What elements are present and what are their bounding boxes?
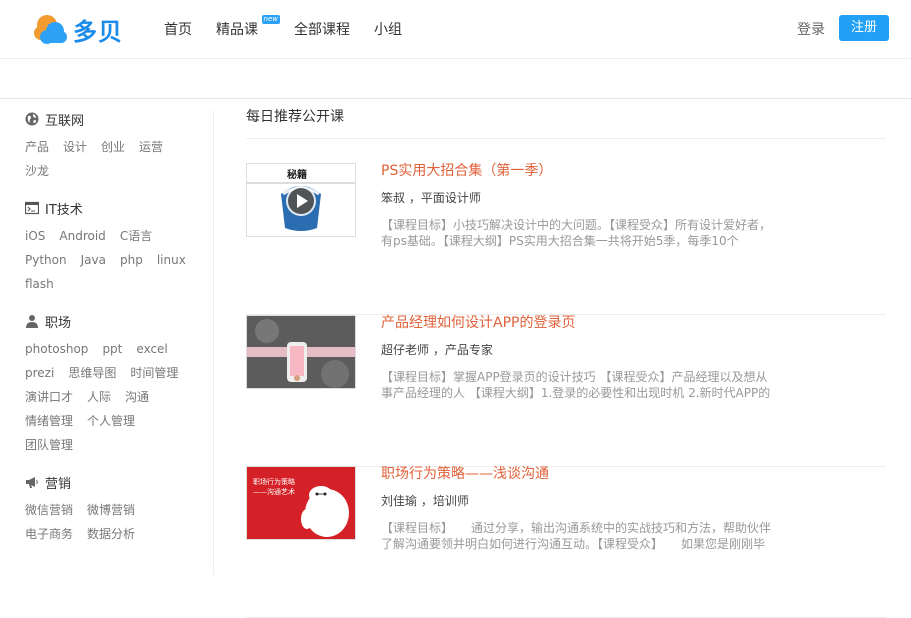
brand-logo[interactable]: 多贝 — [33, 11, 123, 47]
register-button[interactable]: 注册 — [839, 15, 889, 41]
top-header: 多贝 首页 精品课 new 全部课程 小组 登录 注册 — [0, 0, 911, 58]
main-content: 每日推荐公开课 秘籍 PS实用大招合集（第一季） 笨叔 ，平面设计师 【课程目标… — [246, 99, 886, 618]
tag-link[interactable]: Python — [25, 248, 67, 272]
login-link[interactable]: 登录 — [797, 19, 825, 39]
brand-name: 多贝 — [73, 17, 123, 46]
category-internet: 互联网 产品 设计 创业 运营 沙龙 — [25, 110, 210, 183]
tag-link[interactable]: php — [120, 248, 143, 272]
tag-link[interactable]: 创业 — [101, 135, 125, 159]
tag-link[interactable]: iOS — [25, 224, 45, 248]
tag-link[interactable]: 团队管理 — [25, 433, 73, 457]
tag-link[interactable]: C语言 — [120, 224, 152, 248]
globe-icon — [25, 112, 39, 126]
nav-item-premium[interactable]: 精品课 new — [216, 15, 280, 39]
megaphone-icon — [26, 477, 38, 488]
category-title: IT技术 — [45, 202, 83, 218]
person-icon — [26, 315, 38, 328]
tag-link[interactable]: 沟通 — [125, 385, 149, 409]
course-title[interactable]: 产品经理如何设计APP的登录页 — [381, 312, 575, 332]
tag-list: iOS Android C语言 Python Java php linux fl… — [25, 224, 210, 296]
nav-item-all-courses[interactable]: 全部课程 — [294, 19, 350, 39]
tag-link[interactable]: 产品 — [25, 135, 49, 159]
course-teacher: 刘佳瑜 ，培训师 — [381, 494, 469, 508]
tag-link[interactable]: 电子商务 — [25, 522, 73, 546]
terminal-icon — [25, 201, 39, 215]
nav-item-home[interactable]: 首页 — [164, 19, 192, 39]
course-thumbnail[interactable]: 秘籍 — [246, 163, 356, 237]
tag-link[interactable]: 时间管理 — [130, 361, 178, 385]
nav-item-label: 精品课 — [216, 22, 258, 38]
course-description: 【课程目标】掌握APP登录页的设计技巧 【课程受众】产品经理以及想从事产品经理的… — [381, 370, 771, 400]
course-title[interactable]: PS实用大招合集（第一季） — [381, 160, 552, 180]
tag-list: photoshop ppt excel prezi 思维导图 时间管理 演讲口才… — [25, 337, 210, 457]
app-login-course-image — [247, 316, 355, 388]
tag-link[interactable]: excel — [136, 337, 167, 361]
tag-link[interactable]: 微博营销 — [87, 498, 135, 522]
tag-link[interactable]: ppt — [102, 337, 122, 361]
tag-link[interactable]: 数据分析 — [87, 522, 135, 546]
tag-link[interactable]: flash — [25, 272, 54, 296]
tag-link[interactable]: 沙龙 — [25, 159, 49, 183]
tag-link[interactable]: 情绪管理 — [25, 409, 73, 433]
course-thumbnail[interactable]: 职场行为策略 ——沟通艺术 — [246, 466, 356, 540]
category-title: 职场 — [45, 315, 72, 331]
sidebar-divider — [213, 110, 214, 575]
tag-link[interactable]: 演讲口才 — [25, 385, 73, 409]
category-career: 职场 photoshop ppt excel prezi 思维导图 时间管理 演… — [25, 312, 210, 457]
course-teacher: 笨叔 ，平面设计师 — [381, 191, 481, 205]
tag-list: 微信营销 微博营销 电子商务 数据分析 — [25, 498, 210, 546]
course-title[interactable]: 职场行为策略——浅谈沟通 — [381, 463, 549, 483]
category-title: 营销 — [45, 476, 72, 492]
tag-link[interactable]: Android — [59, 224, 105, 248]
tag-link[interactable]: prezi — [25, 361, 54, 385]
tag-list: 产品 设计 创业 运营 沙龙 — [25, 135, 210, 183]
section-title: 每日推荐公开课 — [246, 99, 886, 139]
thumbnail-caption: 职场行为策略 ——沟通艺术 — [253, 478, 295, 496]
category-title: 互联网 — [45, 113, 85, 129]
cloud-logo-icon — [34, 15, 67, 44]
tag-link[interactable]: 思维导图 — [68, 361, 116, 385]
course-item[interactable]: 产品经理如何设计APP的登录页 超仔老师 ，产品专家 【课程目标】掌握APP登录… — [246, 315, 886, 467]
course-thumbnail[interactable] — [246, 315, 356, 389]
category-sidebar: 互联网 产品 设计 创业 运营 沙龙 IT技术 iOS Android C语言 … — [25, 110, 210, 562]
tag-link[interactable]: 设计 — [63, 135, 87, 159]
tag-link[interactable]: 运营 — [139, 135, 163, 159]
sub-bar — [0, 58, 911, 99]
nav-item-groups[interactable]: 小组 — [374, 19, 402, 39]
course-item[interactable]: 职场行为策略 ——沟通艺术 职场行为策略——浅谈沟通 刘佳瑜 ，培训师 【课程目… — [246, 466, 886, 618]
course-teacher: 超仔老师 ，产品专家 — [381, 343, 493, 357]
course-description: 【课程目标】小技巧解决设计中的大问题。【课程受众】所有设计爱好者，有ps基础。【… — [381, 218, 772, 248]
tag-link[interactable]: 微信营销 — [25, 498, 73, 522]
course-description: 【课程目标】 通过分享，输出沟通系统中的实战技巧和方法，帮助伙伴了解沟通要领并明… — [381, 521, 772, 551]
category-it: IT技术 iOS Android C语言 Python Java php lin… — [25, 199, 210, 296]
tag-link[interactable]: linux — [157, 248, 186, 272]
new-badge: new — [261, 15, 280, 24]
tag-link[interactable]: 个人管理 — [87, 409, 135, 433]
category-marketing: 营销 微信营销 微博营销 电子商务 数据分析 — [25, 473, 210, 546]
course-item[interactable]: 秘籍 PS实用大招合集（第一季） 笨叔 ，平面设计师 【课程目标】小技巧解决设计… — [246, 163, 886, 315]
tag-link[interactable]: photoshop — [25, 337, 88, 361]
thumbnail-caption: 秘籍 — [287, 170, 307, 181]
tag-link[interactable]: 人际 — [87, 385, 111, 409]
tag-link[interactable]: Java — [81, 248, 106, 272]
main-nav: 首页 精品课 new 全部课程 小组 — [164, 15, 426, 39]
